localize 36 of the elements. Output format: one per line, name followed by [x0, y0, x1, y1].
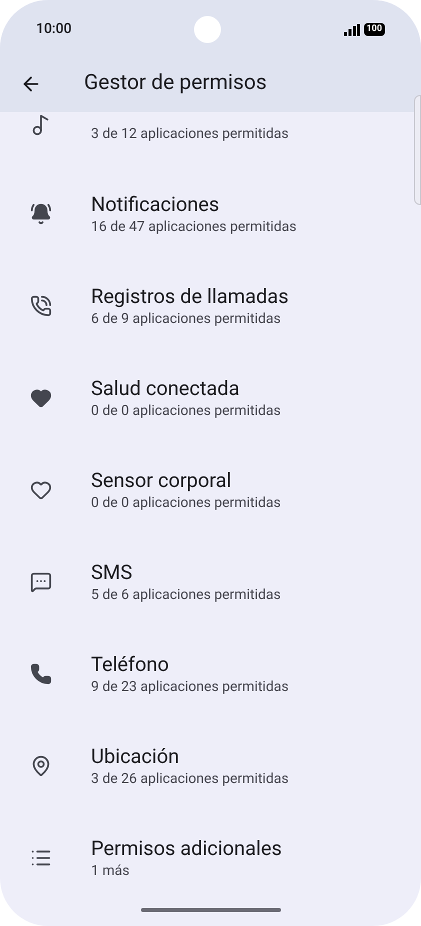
permission-subtitle: 0 de 0 aplicaciones permitidas: [91, 402, 281, 421]
permission-subtitle: 3 de 26 aplicaciones permitidas: [91, 770, 289, 789]
permission-item[interactable]: Teléfono 9 de 23 aplicaciones permitidas: [0, 628, 409, 720]
permission-item[interactable]: Notificaciones 16 de 47 aplicaciones permitidas: [0, 168, 409, 260]
permission-subtitle: 0 de 0 aplicaciones permitidas: [91, 494, 281, 513]
permission-subtitle: 6 de 9 aplicaciones permitidas: [91, 310, 282, 329]
phone-icon: [30, 663, 52, 685]
permission-subtitle: 9 de 23 aplicaciones permitidas: [91, 678, 289, 697]
permission-title: Permisos adicionales: [91, 835, 282, 861]
permission-title: SMS: [91, 559, 134, 585]
battery-level: 100: [364, 23, 385, 36]
permission-title: Notificaciones: [91, 191, 220, 217]
ringing-bell-icon: [30, 203, 52, 225]
permission-subtitle: 3 de 12 aplicaciones permitidas: [91, 125, 289, 144]
permission-title: Salud conectada: [91, 375, 240, 401]
permission-title: Registros de llamadas: [91, 283, 289, 309]
page-title: Gestor de permisos: [84, 70, 267, 97]
permission-item[interactable]: Permisos adicionales 1 más: [0, 812, 409, 904]
permission-subtitle: 16 de 47 aplicaciones permitidas: [91, 218, 296, 237]
permission-item[interactable]: Salud conectada 0 de 0 aplicaciones permitidas: [0, 352, 409, 444]
permission-item[interactable]: 3 de 12 aplicaciones permitidas: [0, 112, 409, 168]
permission-title: Ubicación: [91, 743, 180, 769]
permission-subtitle: 1 más: [91, 862, 130, 881]
status-time: 10:00: [36, 20, 72, 39]
camera-cutout: [194, 16, 222, 43]
permission-item[interactable]: Ubicación 3 de 26 aplicaciones permitidas: [0, 720, 409, 812]
permission-item[interactable]: SMS 5 de 6 aplicaciones permitidas: [0, 536, 409, 628]
permission-item[interactable]: Registros de llamadas 6 de 9 aplicaciones permitidas: [0, 260, 409, 352]
heart-outline-icon: [30, 479, 52, 501]
permission-title: Sensor corporal: [91, 467, 232, 493]
permission-title: Teléfono: [91, 651, 170, 677]
permission-subtitle: 5 de 6 aplicaciones permitidas: [91, 586, 281, 605]
message-icon: [30, 571, 52, 593]
permission-item[interactable]: Sensor corporal 0 de 0 aplicaciones permitidas: [0, 444, 409, 536]
location-pin-icon: [30, 755, 52, 777]
signal-icon: [344, 24, 360, 36]
